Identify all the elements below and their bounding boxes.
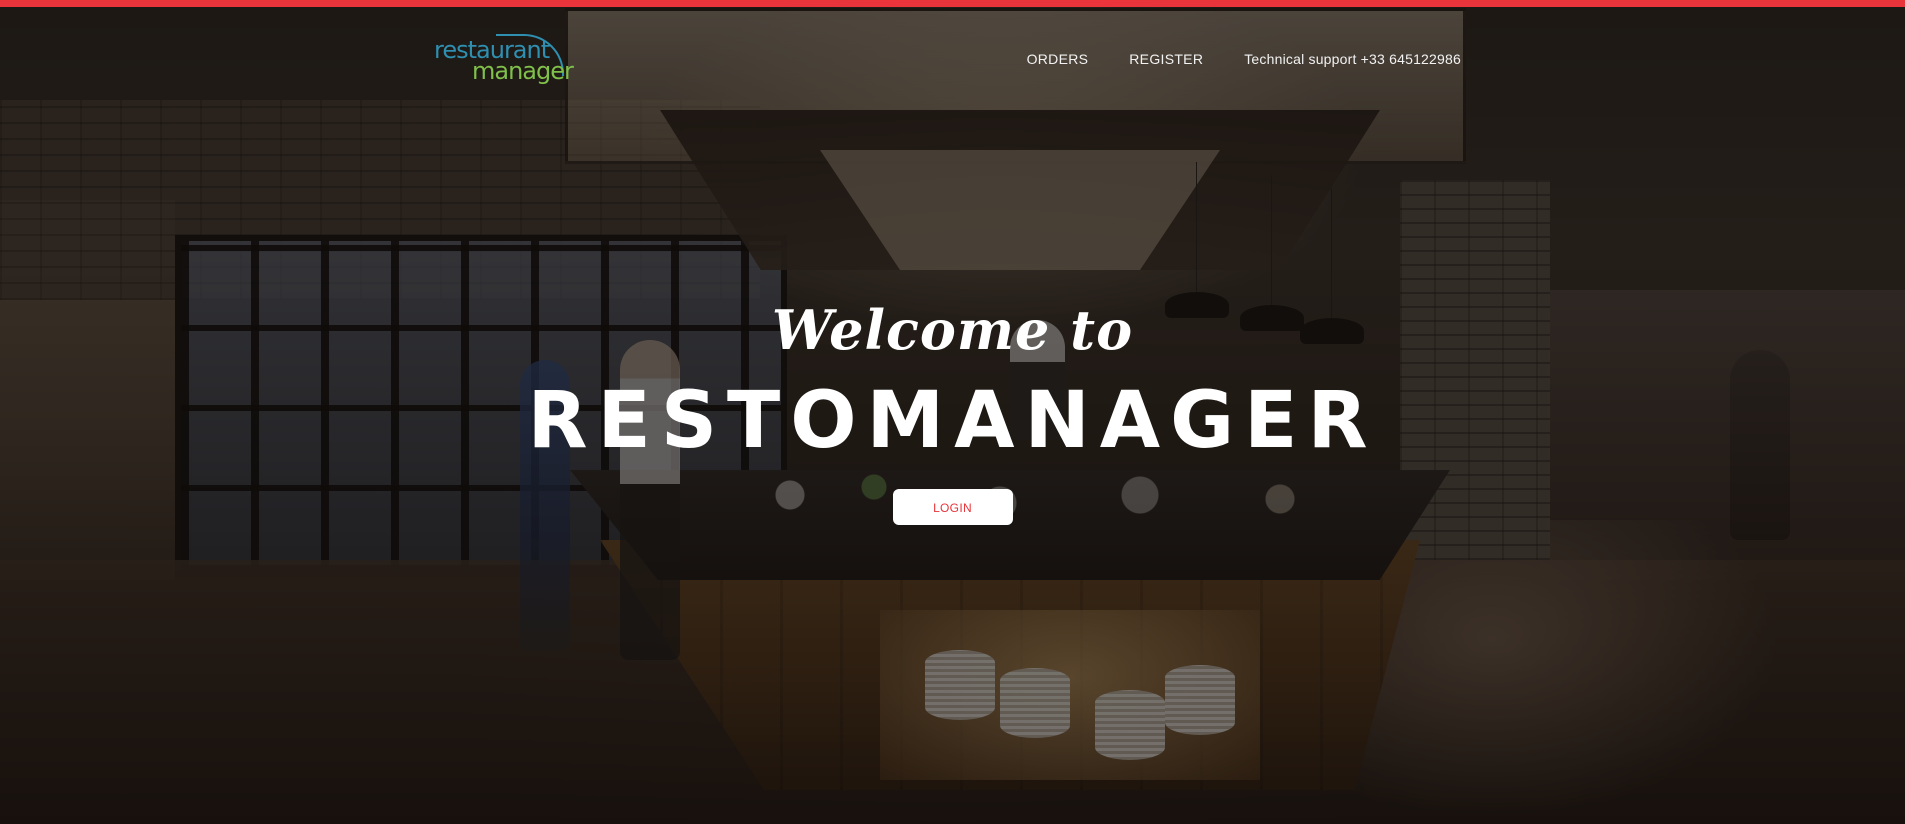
- nav-orders-link[interactable]: ORDERS: [1027, 51, 1089, 67]
- nav-register-link[interactable]: REGISTER: [1129, 51, 1203, 67]
- top-accent-bar: [0, 0, 1905, 7]
- restaurant-manager-logo[interactable]: restaurant manager: [434, 32, 574, 85]
- hero-section: Welcome to RESTOMANAGER LOGIN: [0, 290, 1905, 525]
- brand-title: RESTOMANAGER: [527, 376, 1378, 466]
- landing-page: restaurant manager ORDERS REGISTER Techn…: [0, 0, 1905, 824]
- main-navigation: ORDERS REGISTER Technical support +33 64…: [986, 51, 1461, 67]
- logo-text-manager: manager: [472, 57, 574, 85]
- technical-support-text: Technical support +33 645122986: [1244, 51, 1461, 67]
- welcome-heading: Welcome to: [771, 298, 1134, 362]
- login-button[interactable]: LOGIN: [892, 489, 1013, 525]
